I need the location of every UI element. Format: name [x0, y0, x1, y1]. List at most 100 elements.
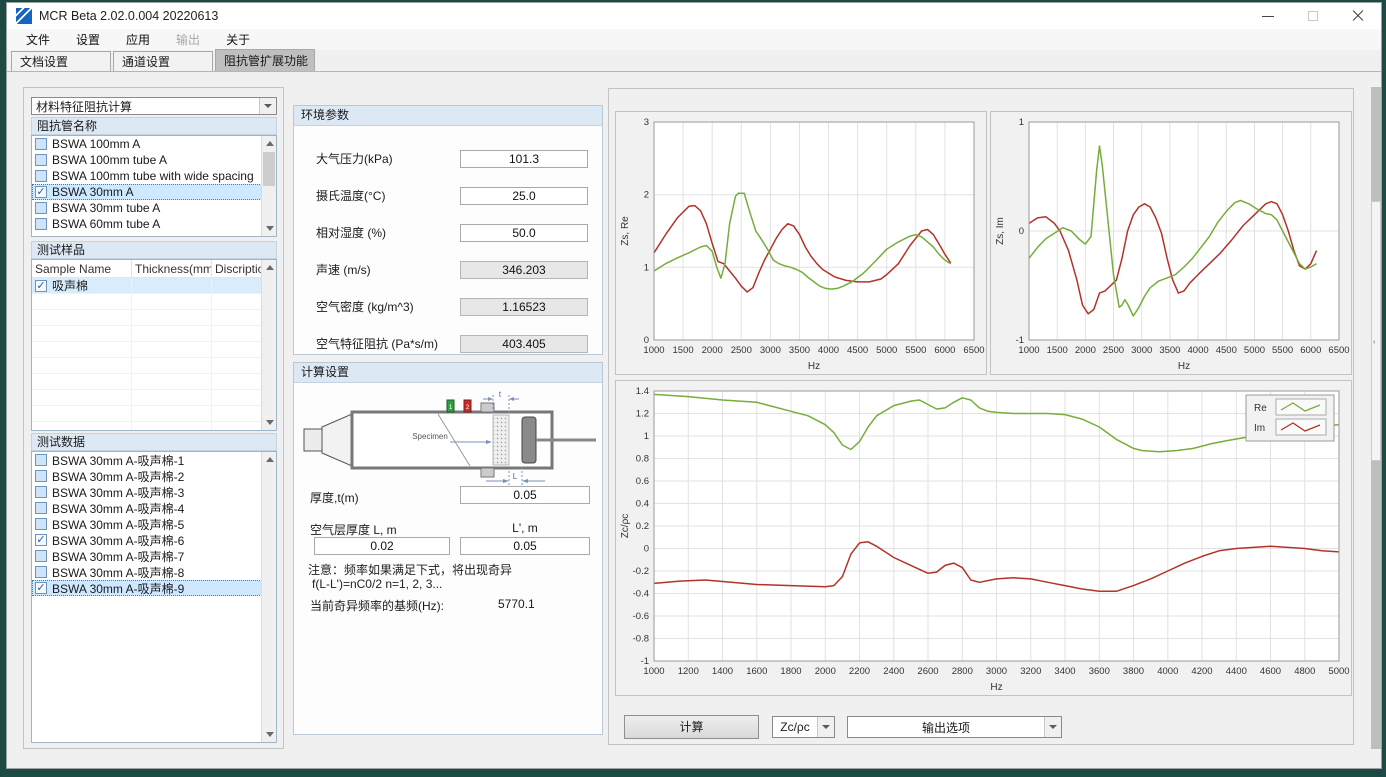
svg-text:2800: 2800	[952, 666, 973, 677]
atmospheric-pressure-field[interactable]	[460, 150, 588, 168]
close-button[interactable]	[1336, 3, 1381, 29]
table-empty-row	[32, 342, 276, 358]
menu-item-设置[interactable]: 设置	[63, 29, 113, 50]
list-item[interactable]: ✓BSWA 30mm A	[32, 184, 276, 200]
table-empty-row	[32, 326, 276, 342]
svg-text:1000: 1000	[643, 345, 664, 356]
svg-text:1000: 1000	[643, 666, 664, 677]
maximize-button[interactable]	[1291, 3, 1336, 29]
list-item[interactable]: BSWA 30mm A-吸声棉-2	[32, 468, 276, 484]
airgap-field[interactable]	[314, 537, 450, 555]
list-item[interactable]: BSWA 100mm A	[32, 136, 276, 152]
list-item[interactable]: ✓ BSWA 30mm A-吸声棉-9	[32, 580, 276, 596]
checkbox-icon[interactable]	[35, 502, 47, 514]
menu-item-输出: 输出	[163, 29, 213, 50]
scrollbar-thumb[interactable]	[1371, 201, 1381, 461]
table-empty-row	[32, 406, 276, 422]
svg-text:0: 0	[644, 335, 649, 346]
chevron-down-icon[interactable]	[259, 98, 276, 114]
scroll-up-icon[interactable]	[262, 260, 277, 275]
lprime-field[interactable]	[460, 537, 590, 555]
svg-text:0: 0	[644, 544, 649, 555]
checkbox-icon[interactable]: ✓	[35, 186, 47, 198]
scroll-down-icon[interactable]	[262, 415, 277, 430]
thickness-field[interactable]	[460, 486, 590, 504]
list-item[interactable]: BSWA 100mm tube with wide spacing	[32, 168, 276, 184]
svg-text:1000: 1000	[1018, 345, 1039, 356]
temperature-field[interactable]	[460, 187, 588, 205]
svg-text:Hz: Hz	[1178, 361, 1190, 372]
list-item-label: BSWA 30mm A-吸声棉-5	[52, 516, 184, 533]
scroll-up-icon[interactable]	[262, 136, 277, 151]
checkbox-icon[interactable]	[35, 454, 47, 466]
unit-dropdown[interactable]: Zc/ρc	[772, 716, 835, 738]
menu-item-应用[interactable]: 应用	[113, 29, 163, 50]
relative-humidity-label: 相对湿度 (%)	[316, 224, 460, 241]
table-row[interactable]: ✓吸声棉	[32, 278, 276, 294]
chevron-down-icon[interactable]	[817, 717, 834, 737]
checkbox-icon[interactable]: ✓	[35, 280, 47, 292]
left-panel: 材料特征阻抗计算 阻抗管名称 BSWA 100mm ABSWA 100mm tu…	[23, 87, 284, 749]
list-item[interactable]: BSWA 30mm A-吸声棉-4	[32, 500, 276, 516]
column-header[interactable]: Sample Name	[32, 260, 132, 277]
output-options-dropdown[interactable]: 输出选项	[847, 716, 1062, 738]
lprime-label: L', m	[460, 521, 590, 535]
singularity-note-line2: f(L-L')=nC0/2 n=1, 2, 3...	[312, 577, 592, 591]
checkbox-icon[interactable]	[35, 218, 47, 230]
svg-text:2200: 2200	[849, 666, 870, 677]
list-item[interactable]: BSWA 30mm A-吸声棉-7	[32, 548, 276, 564]
checkbox-icon[interactable]	[35, 566, 47, 578]
menu-item-关于[interactable]: 关于	[213, 29, 263, 50]
window-title: MCR Beta 2.02.0.004 20220613	[39, 9, 218, 23]
svg-text:Hz: Hz	[990, 682, 1002, 693]
checkbox-icon[interactable]	[35, 138, 47, 150]
tube-list-scrollbar[interactable]	[261, 136, 276, 236]
thickness-cell	[132, 278, 212, 293]
env-field-row: 大气压力(kPa)	[294, 140, 602, 177]
scroll-down-icon[interactable]	[262, 727, 277, 742]
list-item[interactable]: BSWA 100mm tube A	[32, 152, 276, 168]
calc-type-dropdown[interactable]: 材料特征阻抗计算	[31, 97, 277, 115]
data-section-header: 测试数据	[31, 433, 277, 451]
checkbox-icon[interactable]	[35, 550, 47, 562]
checkbox-icon[interactable]: ✓	[35, 582, 47, 594]
sample-table-scrollbar[interactable]	[261, 260, 276, 430]
minimize-button[interactable]	[1246, 3, 1291, 29]
tab-文档设置[interactable]: 文档设置	[11, 51, 111, 71]
list-item[interactable]: ✓ BSWA 30mm A-吸声棉-6	[32, 532, 276, 548]
list-item[interactable]: BSWA 30mm A-吸声棉-5	[32, 516, 276, 532]
checkbox-icon[interactable]	[35, 486, 47, 498]
calculate-button[interactable]: 计算	[624, 715, 759, 739]
list-item[interactable]: BSWA 30mm A-吸声棉-8	[32, 564, 276, 580]
unit-dropdown-value: Zc/ρc	[773, 720, 817, 734]
app-icon	[16, 8, 32, 24]
svg-text:-1: -1	[1016, 335, 1024, 346]
list-item[interactable]: BSWA 30mm A-吸声棉-1	[32, 452, 276, 468]
tab-通道设置[interactable]: 通道设置	[113, 51, 213, 71]
checkbox-icon[interactable]	[35, 202, 47, 214]
tab-阻抗管扩展功能[interactable]: 阻抗管扩展功能	[215, 49, 315, 71]
data-list-scrollbar[interactable]	[261, 452, 276, 742]
checkbox-icon[interactable]	[35, 518, 47, 530]
right-edge-scrollbar[interactable]: ‹	[1371, 87, 1381, 749]
temperature-label: 摄氏温度(°C)	[316, 187, 460, 204]
checkbox-icon[interactable]: ✓	[35, 534, 47, 546]
checkbox-icon[interactable]	[35, 470, 47, 482]
scroll-up-icon[interactable]	[262, 452, 277, 467]
list-item[interactable]: BSWA 60mm tube A	[32, 216, 276, 232]
scroll-down-icon[interactable]	[262, 221, 277, 236]
chevron-down-icon[interactable]	[1044, 717, 1061, 737]
column-header[interactable]: Thickness(mm)	[132, 260, 212, 277]
svg-text:Zs, Im: Zs, Im	[995, 217, 1006, 245]
svg-text:3500: 3500	[1159, 345, 1180, 356]
checkbox-icon[interactable]	[35, 154, 47, 166]
chart-canvas: 1000150020002500300035004000450050005500…	[991, 112, 1351, 374]
list-item[interactable]: BSWA 30mm A-吸声棉-3	[32, 484, 276, 500]
list-item-label: BSWA 30mm A-吸声棉-9	[52, 580, 184, 597]
list-item[interactable]: BSWA 30mm tube A	[32, 200, 276, 216]
checkbox-icon[interactable]	[35, 170, 47, 182]
list-item-label: BSWA 30mm A-吸声棉-6	[52, 532, 184, 549]
relative-humidity-field[interactable]	[460, 224, 588, 242]
svg-text:1500: 1500	[1047, 345, 1068, 356]
menu-item-文件[interactable]: 文件	[13, 29, 63, 50]
